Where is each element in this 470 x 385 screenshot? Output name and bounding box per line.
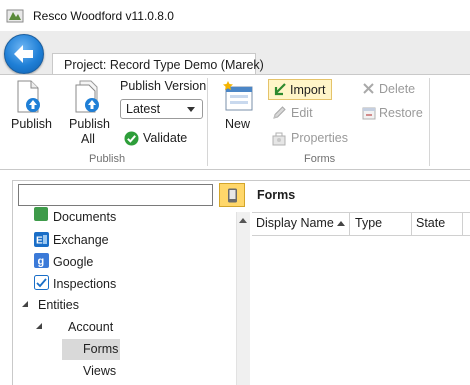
check-circle-icon: [124, 131, 139, 146]
tree-search-input[interactable]: [18, 184, 213, 206]
import-icon: [274, 83, 286, 96]
tree-scrollbar[interactable]: [236, 212, 250, 385]
publish-all-label-2: All: [81, 132, 95, 146]
publish-icon: [17, 80, 40, 113]
new-form-icon: [223, 81, 253, 111]
svg-text:E: E: [36, 236, 43, 247]
tree-item-account[interactable]: Account: [68, 320, 113, 334]
forms-title: Forms: [257, 188, 296, 202]
validate-label: Validate: [143, 131, 188, 145]
publish-label: Publish: [11, 117, 52, 131]
chevron-down-icon: [187, 107, 195, 112]
tree-item-label: Exchange: [53, 233, 109, 247]
publish-button[interactable]: Publish: [4, 80, 56, 136]
mobile-preview-button[interactable]: [219, 183, 245, 207]
restore-label: Restore: [379, 106, 423, 120]
publish-all-label: Publish: [69, 117, 110, 131]
restore-button[interactable]: Restore: [361, 104, 427, 123]
mobile-device-icon: [228, 188, 237, 203]
tree-item-documents[interactable]: Documents: [34, 207, 224, 225]
tree-item-inspections[interactable]: Inspections: [34, 275, 224, 293]
publish-all-icon: [75, 80, 99, 113]
delete-x-icon: [363, 83, 374, 94]
inspections-icon: [34, 275, 49, 290]
tree-item-entities[interactable]: Entities: [38, 298, 79, 312]
properties-icon: [272, 132, 286, 146]
exchange-icon: E: [34, 232, 49, 247]
column-display-name[interactable]: Display Name: [256, 216, 334, 230]
tab-project[interactable]: Project: Record Type Demo (Marek): [52, 53, 264, 74]
publish-all-button[interactable]: Publish All: [64, 80, 116, 146]
ribbon-separator-2: [429, 78, 430, 166]
ribbon-separator: [207, 78, 208, 166]
properties-button[interactable]: Properties: [270, 129, 352, 148]
expand-arrow-icon[interactable]: [36, 323, 42, 329]
tree-item-forms[interactable]: Forms: [83, 342, 118, 356]
back-arrow-icon: [14, 45, 33, 63]
publish-version-value: Latest: [126, 102, 161, 116]
publish-group-label: Publish: [89, 153, 126, 165]
back-button[interactable]: [4, 34, 44, 74]
scroll-up-icon[interactable]: [239, 218, 247, 223]
new-label: New: [225, 117, 251, 131]
app-icon: [6, 9, 24, 23]
documents-icon: [34, 207, 48, 221]
column-separator[interactable]: [462, 213, 463, 236]
restore-icon: [362, 107, 376, 120]
tree-item-google[interactable]: g Google: [34, 253, 224, 271]
sort-asc-icon: [337, 221, 345, 226]
tree-item-views[interactable]: Views: [83, 364, 116, 378]
tree-item-label: Google: [53, 255, 94, 269]
forms-group-label: Forms: [304, 153, 336, 165]
expand-arrow-icon[interactable]: [22, 301, 28, 307]
svg-text:g: g: [38, 256, 45, 268]
tree-item-label: Inspections: [53, 277, 117, 291]
properties-label: Properties: [291, 131, 348, 145]
column-state[interactable]: State: [416, 216, 445, 230]
import-label: Import: [290, 83, 326, 97]
import-button[interactable]: Import: [268, 79, 332, 100]
column-type[interactable]: Type: [355, 216, 382, 230]
validate-button[interactable]: Validate: [123, 130, 193, 148]
edit-pencil-icon: [273, 106, 286, 119]
delete-button[interactable]: Delete: [361, 80, 421, 99]
tree-item-label: Documents: [53, 210, 117, 224]
new-button[interactable]: New: [218, 80, 258, 134]
delete-label: Delete: [379, 82, 416, 96]
tree-item-exchange[interactable]: E Exchange: [34, 231, 224, 249]
column-separator[interactable]: [349, 213, 350, 236]
window-title: Resco Woodford v11.0.8.0: [33, 9, 174, 23]
column-separator[interactable]: [411, 213, 412, 236]
edit-label: Edit: [291, 106, 313, 120]
edit-button[interactable]: Edit: [270, 104, 322, 123]
google-icon: g: [34, 253, 49, 268]
publish-version-label: Publish Version: [120, 79, 207, 93]
